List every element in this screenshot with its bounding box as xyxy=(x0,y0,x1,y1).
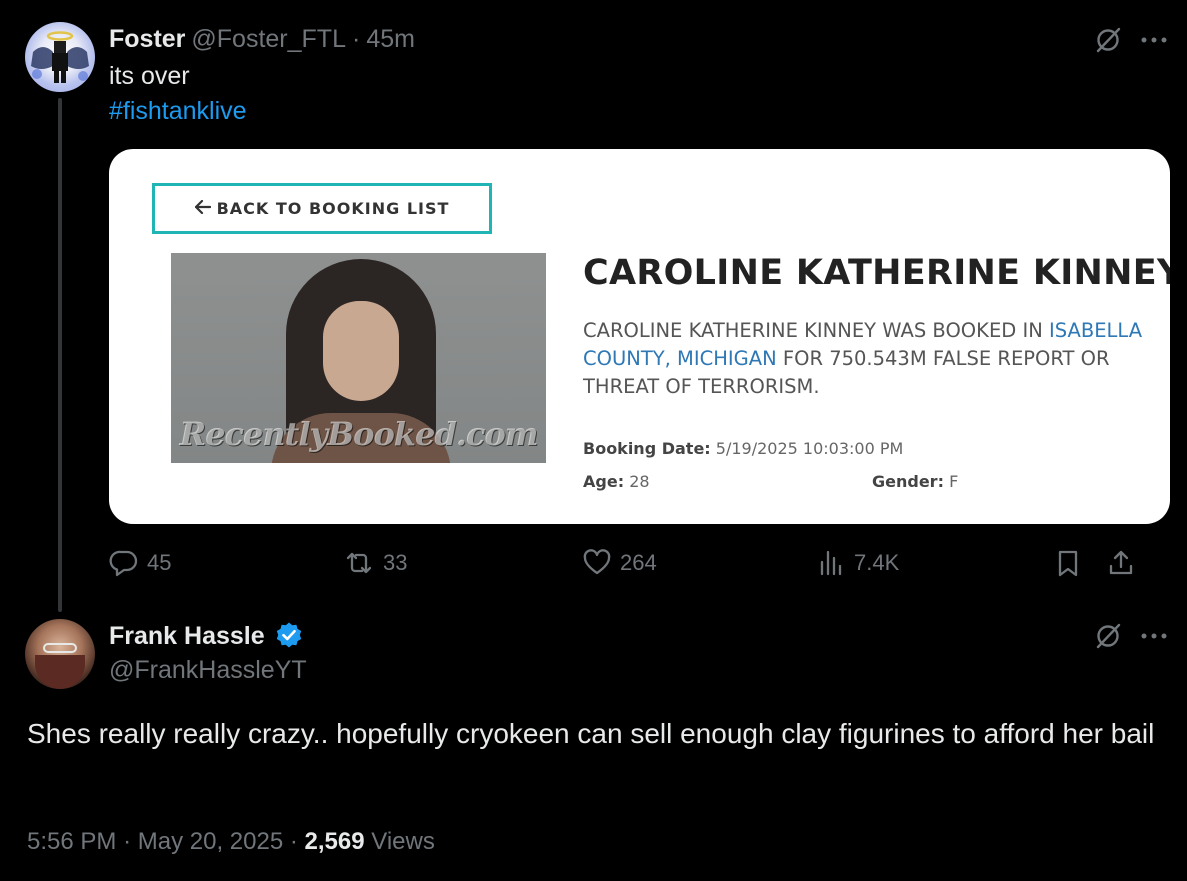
booking-date-value: 5/19/2025 10:03:00 PM xyxy=(715,439,904,458)
tweet-text: its over xyxy=(109,62,190,90)
repost-icon xyxy=(343,548,375,578)
tweet-time[interactable]: 5:56 PM xyxy=(27,828,116,855)
share-icon xyxy=(1106,548,1136,578)
record-summary: CAROLINE KATHERINE KINNEY WAS BOOKED IN … xyxy=(583,317,1143,401)
more-options-icon[interactable] xyxy=(1140,28,1168,57)
display-name[interactable]: Foster xyxy=(109,25,185,54)
age: Age: 28 xyxy=(583,472,650,491)
watermark: RecentlyBooked.com xyxy=(179,415,538,453)
views-label: Views xyxy=(371,828,435,855)
like-count: 264 xyxy=(620,550,657,575)
views-count: 7.4K xyxy=(854,550,900,575)
arrow-left-icon xyxy=(194,199,211,218)
handle[interactable]: @Foster_FTL xyxy=(191,25,346,54)
display-name[interactable]: Frank Hassle xyxy=(109,622,265,650)
hashtag-link[interactable]: #fishtanklive xyxy=(109,97,247,126)
avatar-angel-figure xyxy=(31,31,89,83)
reply-button[interactable]: 45 xyxy=(109,548,171,578)
age-label: Age: xyxy=(583,472,625,491)
thread-line xyxy=(58,98,62,612)
gender-label: Gender: xyxy=(872,472,944,491)
share-button[interactable] xyxy=(1106,548,1136,578)
age-value: 28 xyxy=(629,472,650,491)
verified-badge-icon[interactable] xyxy=(275,621,303,649)
views-button[interactable]: 7.4K xyxy=(818,548,899,578)
reply-icon xyxy=(109,548,139,578)
bookmark-button[interactable] xyxy=(1054,548,1082,578)
gender: Gender: F xyxy=(872,472,958,491)
analytics-icon xyxy=(818,548,846,578)
repost-count: 33 xyxy=(383,550,408,575)
heart-icon xyxy=(582,548,612,578)
separator: · xyxy=(351,25,361,53)
record-name: CAROLINE KATHERINE KINNEY xyxy=(583,253,1170,293)
booking-date: Booking Date: 5/19/2025 10:03:00 PM xyxy=(583,439,903,458)
separator: · xyxy=(123,828,132,855)
reply-text: Shes really really crazy.. hopefully cry… xyxy=(27,718,1155,749)
more-options-icon[interactable] xyxy=(1140,624,1168,653)
back-to-booking-list-button: BACK TO BOOKING LIST xyxy=(152,183,492,234)
separator: · xyxy=(289,828,298,855)
grok-icon[interactable] xyxy=(1094,622,1122,655)
reply-tweet-header: Frank Hassle xyxy=(109,621,303,651)
like-button[interactable]: 264 xyxy=(582,548,657,578)
grok-icon[interactable] xyxy=(1094,26,1122,59)
gender-value: F xyxy=(949,472,959,491)
tweet-time[interactable]: 45m xyxy=(366,25,415,54)
views-count: 2,569 xyxy=(304,828,365,855)
repost-button[interactable]: 33 xyxy=(343,548,407,578)
tweet-image[interactable]: BACK TO BOOKING LIST RecentlyBooked.com … xyxy=(109,149,1170,524)
booking-date-label: Booking Date: xyxy=(583,439,711,458)
handle[interactable]: @FrankHassleYT xyxy=(109,656,307,685)
parent-tweet-header: Foster @Foster_FTL · 45m xyxy=(109,25,415,54)
summary-pre: CAROLINE KATHERINE KINNEY WAS BOOKED IN xyxy=(583,319,1043,342)
tweet-meta: 5:56 PM · May 20, 2025 · 2,569 Views xyxy=(27,828,435,856)
avatar-frank[interactable] xyxy=(25,619,95,689)
reply-count: 45 xyxy=(147,550,172,575)
avatar-foster[interactable] xyxy=(25,22,95,92)
tweet-date[interactable]: May 20, 2025 xyxy=(138,828,283,855)
bookmark-icon xyxy=(1054,548,1082,578)
back-label: BACK TO BOOKING LIST xyxy=(216,199,450,218)
mugshot-photo: RecentlyBooked.com xyxy=(171,253,546,463)
